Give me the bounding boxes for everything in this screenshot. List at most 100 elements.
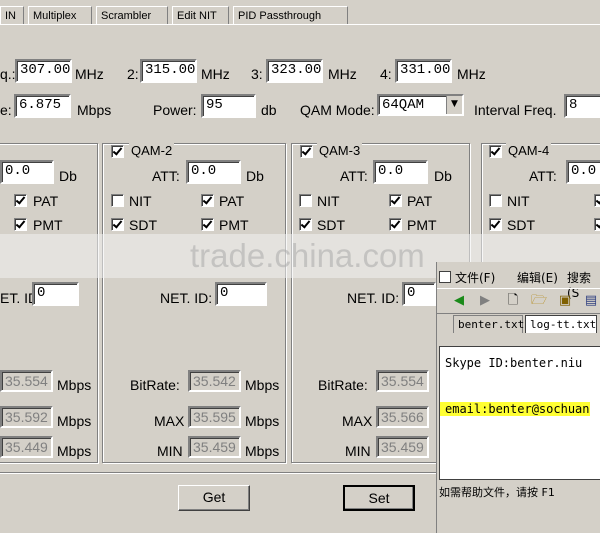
qam-3-sdt-label: SDT <box>317 217 345 233</box>
save-icon[interactable]: ▤ <box>583 293 599 309</box>
qam-2-enable-checkbox[interactable] <box>111 145 124 158</box>
qam-4-sdt-checkbox[interactable] <box>489 218 502 231</box>
freq-1-input[interactable]: 307.000 <box>15 59 72 83</box>
qam-3-pmt-checkbox[interactable] <box>389 218 402 231</box>
freq-1-label: q.: <box>0 66 16 82</box>
freq-2-label: 2: <box>127 66 139 82</box>
qam-3-enable-checkbox[interactable] <box>300 145 313 158</box>
get-button[interactable]: Get <box>178 485 250 511</box>
qam-2-att-input[interactable]: 0.0 <box>186 160 241 184</box>
qam-3-max-value: 35.566 <box>376 406 429 428</box>
symbol-rate-input[interactable]: 6.875 <box>14 94 71 118</box>
qam-4-sdt-label: SDT <box>507 217 535 233</box>
qam-1-min-unit: Mbps <box>57 443 92 459</box>
qam-mode-select[interactable]: 64QAM ▼ <box>377 94 464 116</box>
qam-3-pmt-label: PMT <box>407 217 437 233</box>
qam-1-pat-checkbox[interactable] <box>14 194 27 207</box>
qam-1-pat-label: PAT <box>33 193 59 209</box>
qam-3-min-value: 35.459 <box>376 436 429 458</box>
qam-mode-value: 64QAM <box>382 97 425 113</box>
qam-1-att-unit: Db <box>59 168 77 184</box>
dropdown-arrow-icon[interactable]: ▼ <box>446 96 462 114</box>
qam-1-max-value: 35.592 <box>0 406 53 428</box>
qam-mode-label: QAM Mode: <box>300 102 375 118</box>
text-line-email: email:benter@sochuan <box>440 402 590 416</box>
qam-2-sdt-checkbox[interactable] <box>111 218 124 231</box>
qam-2-pmt-label: PMT <box>219 217 249 233</box>
notepad-toolbar: ◀ ▶ 🗋 🗁 ▣ ▤ <box>437 288 600 314</box>
freq-3-unit: MHz <box>328 66 357 82</box>
menu-edit[interactable]: 编辑(E) <box>517 269 558 286</box>
qam-1-bitrate-value: 35.554 <box>0 370 53 392</box>
freq-1-unit: MHz <box>75 66 104 82</box>
freq-3-label: 3: <box>251 66 263 82</box>
qam-2-max-unit: Mbps <box>245 413 280 429</box>
qam-4-att-input[interactable]: 0.0 <box>566 160 600 184</box>
power-input[interactable]: 95 <box>201 94 256 118</box>
freq-2-input[interactable]: 315.000 <box>140 59 197 83</box>
tab-edit-nit[interactable]: Edit NIT <box>172 6 229 24</box>
qam-2-att-label: ATT: <box>152 168 180 184</box>
freq-4-unit: MHz <box>457 66 486 82</box>
notepad-window: 文件(F) 编辑(E) 搜索(S ◀ ▶ 🗋 🗁 ▣ ▤ benter.txt … <box>436 262 600 533</box>
qam-1-net-id-input[interactable]: 0 <box>32 282 79 306</box>
doc-tab-log-tt[interactable]: log-tt.txt <box>525 315 597 333</box>
qam-3-net-id-label: NET. ID: <box>347 290 400 306</box>
folder-icon[interactable]: ▣ <box>557 293 573 309</box>
back-arrow-icon[interactable]: ◀ <box>451 293 467 309</box>
qam-2-nit-checkbox[interactable] <box>111 194 124 207</box>
qam-1-bitrate-unit: Mbps <box>57 377 92 393</box>
qam-3-title: QAM-3 <box>317 143 363 158</box>
qam-4-pmt-checkbox[interactable] <box>594 218 600 231</box>
tab-multiplex[interactable]: Multiplex <box>28 6 92 24</box>
qam-3-max-label: MAX <box>342 413 373 429</box>
qam-2-net-id-input[interactable]: 0 <box>215 282 267 306</box>
new-file-icon[interactable]: 🗋 <box>505 293 521 309</box>
notepad-status-bar: 如需帮助文件，请按 F1 <box>439 486 555 499</box>
qam-2-pat-label: PAT <box>219 193 245 209</box>
qam-1-pmt-checkbox[interactable] <box>14 218 27 231</box>
qam-2-att-unit: Db <box>246 168 264 184</box>
qam-2-min-label: MIN <box>157 443 183 459</box>
qam-3-sdt-checkbox[interactable] <box>299 218 312 231</box>
qam-2-nit-label: NIT <box>129 193 152 209</box>
freq-3-input[interactable]: 323.000 <box>266 59 323 83</box>
power-label: Power: <box>153 102 197 118</box>
qam-2-bitrate-value: 35.542 <box>188 370 241 392</box>
notepad-menu-bar: 文件(F) 编辑(E) 搜索(S <box>437 268 600 300</box>
qam-4-nit-checkbox[interactable] <box>489 194 502 207</box>
interval-freq-input[interactable]: 8 <box>564 94 600 118</box>
doc-tab-benter[interactable]: benter.txt <box>453 315 524 333</box>
qam-2-bitrate-label: BitRate: <box>130 377 180 393</box>
qam-1-att-input[interactable]: 0.0 <box>0 160 54 184</box>
qam-2-min-value: 35.459 <box>188 436 241 458</box>
tab-scrambler[interactable]: Scrambler <box>96 6 168 24</box>
qam-4-att-label: ATT: <box>529 168 557 184</box>
qam-3-nit-checkbox[interactable] <box>299 194 312 207</box>
forward-arrow-icon[interactable]: ▶ <box>477 293 493 309</box>
qam-3-pat-label: PAT <box>407 193 433 209</box>
power-unit: db <box>261 102 277 118</box>
qam-3-att-input[interactable]: 0.0 <box>373 160 428 184</box>
freq-4-input[interactable]: 331.000 <box>395 59 452 83</box>
tab-pid-passthrough[interactable]: PID Passthrough <box>233 6 348 24</box>
notepad-text-area[interactable]: Skype ID:benter.niu email:benter@sochuan <box>439 346 600 480</box>
qam-2-max-label: MAX <box>154 413 185 429</box>
set-button[interactable]: Set <box>343 485 415 511</box>
qam-1-pmt-label: PMT <box>33 217 63 233</box>
symbol-rate-unit: Mbps <box>77 102 112 118</box>
qam-2-title: QAM-2 <box>129 143 175 158</box>
qam-2-net-id-label: NET. ID: <box>160 290 213 306</box>
tab-in[interactable]: IN <box>0 6 24 24</box>
qam-4-enable-checkbox[interactable] <box>489 145 502 158</box>
freq-2-unit: MHz <box>201 66 230 82</box>
qam-2-pat-checkbox[interactable] <box>201 194 214 207</box>
symbol-rate-label: e: <box>0 102 12 118</box>
qam-3-net-id-input[interactable]: 0 <box>402 282 436 306</box>
open-folder-icon[interactable]: 🗁 <box>531 293 547 309</box>
tab-divider <box>0 24 600 25</box>
menu-file[interactable]: 文件(F) <box>455 269 495 286</box>
qam-3-pat-checkbox[interactable] <box>389 194 402 207</box>
qam-2-pmt-checkbox[interactable] <box>201 218 214 231</box>
qam-4-pat-checkbox[interactable] <box>594 194 600 207</box>
